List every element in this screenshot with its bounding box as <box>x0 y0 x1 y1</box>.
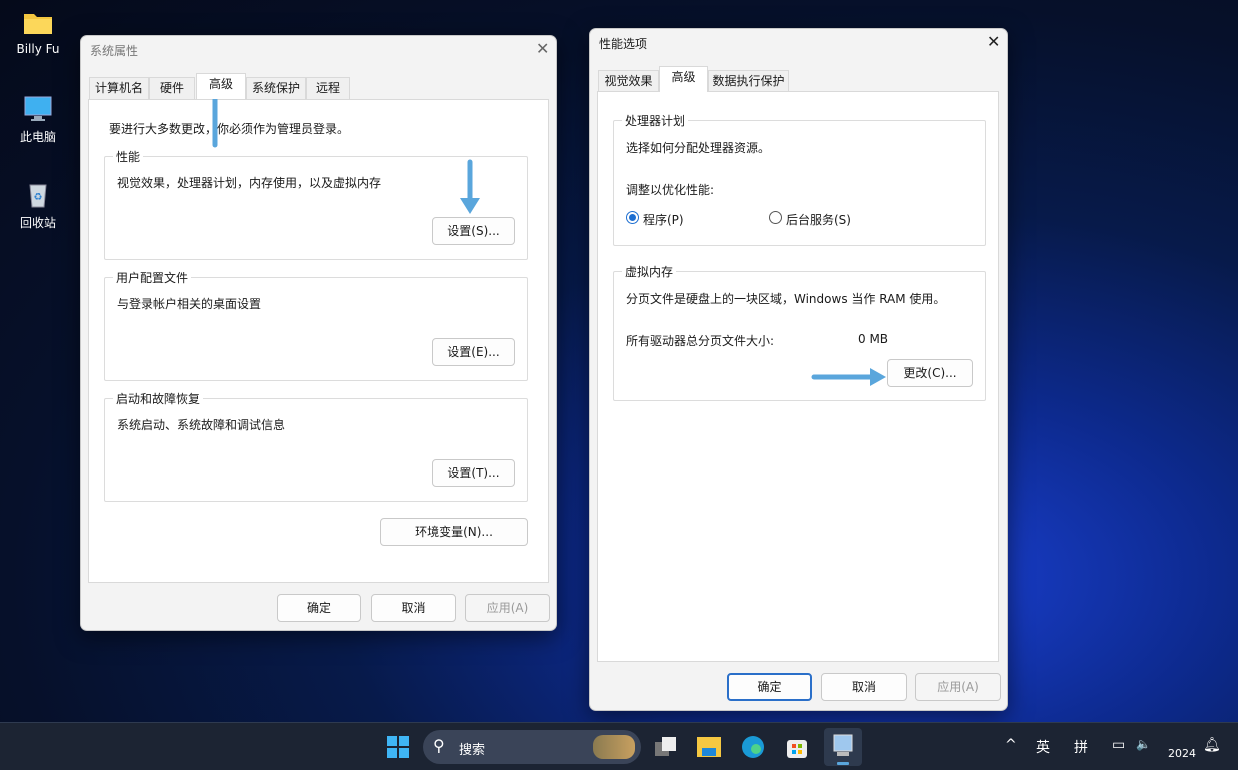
radio-label: 程序(P) <box>643 213 684 227</box>
cancel-button[interactable]: 取消 <box>821 673 907 701</box>
edge-button[interactable] <box>737 731 769 763</box>
radio-label: 后台服务(S) <box>786 213 851 227</box>
apply-button[interactable]: 应用(A) <box>915 673 1001 701</box>
recycle-bin-icon: ♻ <box>23 182 53 208</box>
search-highlight-image <box>593 735 635 759</box>
environment-variables-button[interactable]: 环境变量(N)... <box>380 518 528 546</box>
apply-button[interactable]: 应用(A) <box>465 594 550 622</box>
cancel-button[interactable]: 取消 <box>371 594 456 622</box>
group-desc: 分页文件是硬盘上的一块区域，Windows 当作 RAM 使用。 <box>626 292 946 306</box>
tab-hardware[interactable]: 硬件 <box>149 77 195 99</box>
edge-icon <box>742 736 764 758</box>
folder-icon <box>697 737 721 757</box>
group-label: 性能 <box>113 148 144 165</box>
paging-total-label: 所有驱动器总分页文件大小: <box>626 334 775 348</box>
windows-logo-icon <box>387 736 409 758</box>
window-title: 性能选项 <box>599 37 648 51</box>
group-label: 处理器计划 <box>622 112 689 129</box>
taskbar: ⚲ 搜索 ^ 英 拼 ▭ 🔈 2024 🔔︎ <box>0 722 1238 770</box>
svg-text:♻: ♻ <box>34 192 43 203</box>
monitor-icon <box>23 96 53 122</box>
ime-language-indicator[interactable]: 英 <box>1036 737 1050 757</box>
notification-bell-icon[interactable]: 🔔︎ <box>1203 737 1221 753</box>
tab-computer-name[interactable]: 计算机名 <box>89 77 149 99</box>
startup-recovery-settings-button[interactable]: 设置(T)... <box>432 459 515 487</box>
group-desc: 与登录帐户相关的桌面设置 <box>117 297 262 311</box>
file-explorer-button[interactable] <box>693 731 725 763</box>
close-button[interactable]: ✕ <box>987 32 1000 51</box>
group-desc: 视觉效果，处理器计划，内存使用，以及虚拟内存 <box>117 176 382 190</box>
folder-icon <box>23 10 53 36</box>
store-icon <box>787 740 807 758</box>
clock[interactable]: 2024 <box>1168 747 1196 760</box>
radio-button[interactable] <box>626 211 639 224</box>
search-placeholder: 搜索 <box>459 743 486 758</box>
show-hidden-icons-button[interactable]: ^ <box>1005 737 1017 753</box>
desktop-icon-recycle-bin[interactable]: ♻ 回收站 <box>3 182 73 231</box>
volume-icon[interactable]: 🔈 <box>1136 737 1151 751</box>
performance-group: 性能 视觉效果，处理器计划，内存使用，以及虚拟内存 设置(S)... <box>104 148 528 260</box>
system-properties-icon <box>833 734 853 765</box>
group-label: 虚拟内存 <box>622 263 677 280</box>
store-button[interactable] <box>781 731 813 763</box>
desktop-icon-this-pc[interactable]: 此电脑 <box>3 96 73 145</box>
search-icon: ⚲ <box>433 736 445 755</box>
network-icon[interactable]: ▭ <box>1112 737 1125 753</box>
radio-button[interactable] <box>769 211 782 224</box>
admin-note: 要进行大多数更改，你必须作为管理员登录。 <box>109 122 350 136</box>
system-properties-window: 系统属性 ✕ 计算机名 硬件 高级 系统保护 远程 要进行大多数更改，你必须作为… <box>80 35 557 631</box>
group-label: 用户配置文件 <box>113 269 192 286</box>
processor-scheduling-group: 处理器计划 选择如何分配处理器资源。 调整以优化性能: 程序(P) 后台服务(S… <box>613 112 986 246</box>
ime-mode-indicator[interactable]: 拼 <box>1074 737 1088 757</box>
group-label: 启动和故障恢复 <box>113 390 204 407</box>
performance-options-window: 性能选项 ✕ 视觉效果 高级 数据执行保护 处理器计划 选择如何分配处理器资源。… <box>589 28 1008 711</box>
tab-visual-effects[interactable]: 视觉效果 <box>598 70 659 92</box>
user-profiles-group: 用户配置文件 与登录帐户相关的桌面设置 设置(E)... <box>104 269 528 381</box>
system-properties-taskbar-button[interactable] <box>824 728 862 766</box>
tab-advanced[interactable]: 高级 <box>659 66 708 92</box>
tab-dep[interactable]: 数据执行保护 <box>708 70 789 92</box>
tab-remote[interactable]: 远程 <box>306 77 350 99</box>
search-box[interactable]: ⚲ 搜索 <box>423 730 641 764</box>
paging-total-value: 0 MB <box>858 332 889 346</box>
close-button[interactable]: ✕ <box>536 39 549 58</box>
performance-settings-button[interactable]: 设置(S)... <box>432 217 515 245</box>
group-desc: 系统启动、系统故障和调试信息 <box>117 418 286 432</box>
start-button[interactable] <box>382 731 414 763</box>
desktop-icon-billy-fu[interactable]: Billy Fu <box>3 10 73 56</box>
optimize-label: 调整以优化性能: <box>626 183 715 197</box>
window-title: 系统属性 <box>90 44 139 58</box>
change-virtual-memory-button[interactable]: 更改(C)... <box>887 359 973 387</box>
task-view-icon <box>655 737 676 756</box>
tab-panel-advanced: 要进行大多数更改，你必须作为管理员登录。 性能 视觉效果，处理器计划，内存使用，… <box>88 99 549 583</box>
task-view-button[interactable] <box>650 731 682 763</box>
ok-button[interactable]: 确定 <box>277 594 361 622</box>
startup-recovery-group: 启动和故障恢复 系统启动、系统故障和调试信息 设置(T)... <box>104 390 528 502</box>
tab-panel-advanced: 处理器计划 选择如何分配处理器资源。 调整以优化性能: 程序(P) 后台服务(S… <box>597 91 999 662</box>
virtual-memory-group: 虚拟内存 分页文件是硬盘上的一块区域，Windows 当作 RAM 使用。 所有… <box>613 263 986 401</box>
ok-button[interactable]: 确定 <box>727 673 812 701</box>
group-desc: 选择如何分配处理器资源。 <box>626 141 771 155</box>
tab-system-protection[interactable]: 系统保护 <box>246 77 306 99</box>
tab-advanced[interactable]: 高级 <box>196 73 246 99</box>
user-profiles-settings-button[interactable]: 设置(E)... <box>432 338 515 366</box>
